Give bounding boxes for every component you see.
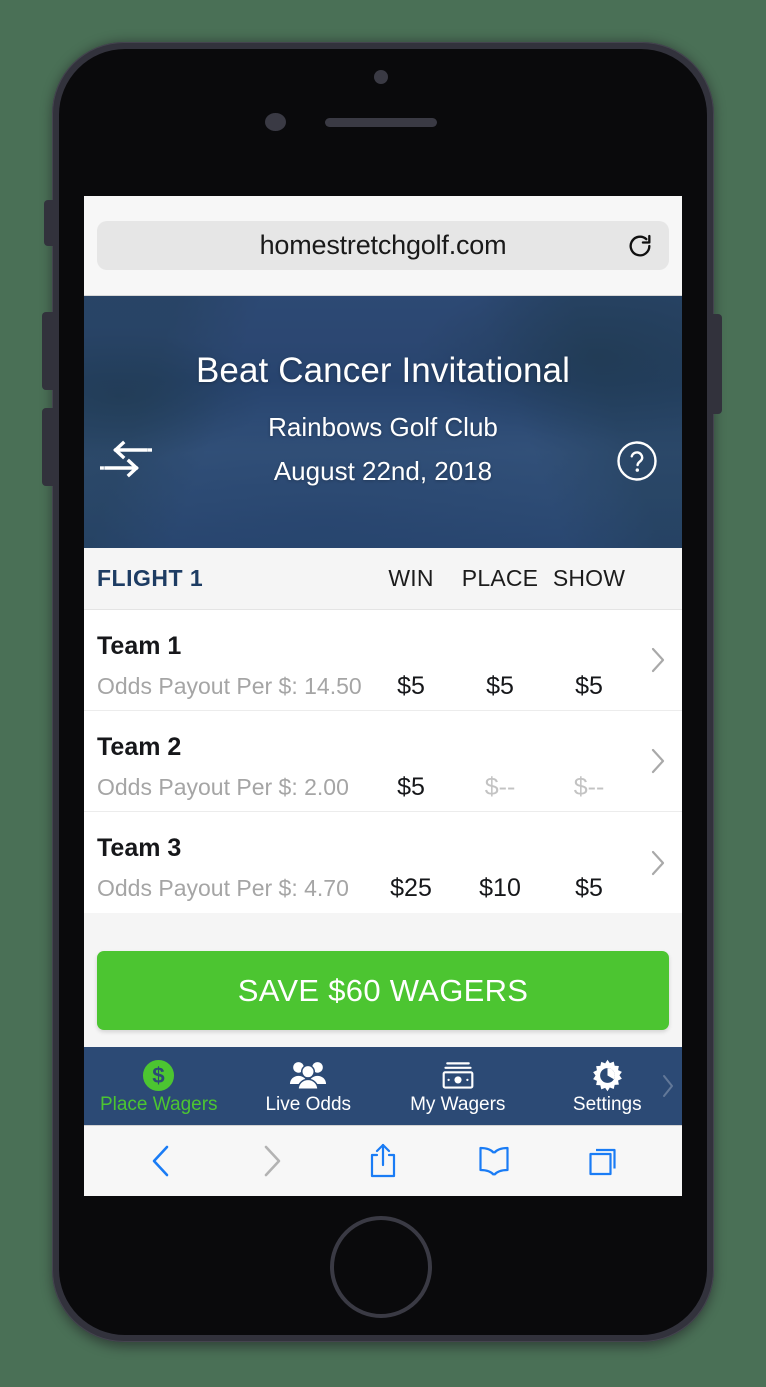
svg-text:$: $ xyxy=(153,1062,166,1087)
phone-screen: homestretchgolf.com Beat Cancer Invitati… xyxy=(84,196,682,1196)
back-icon[interactable] xyxy=(144,1143,178,1179)
save-button-container: SAVE $60 WAGERS xyxy=(84,951,682,1047)
event-title: Beat Cancer Invitational xyxy=(195,351,570,390)
bookmarks-icon[interactable] xyxy=(477,1143,511,1179)
tab-label: Settings xyxy=(572,1093,642,1115)
odds-payout: Odds Payout Per $: 4.70 xyxy=(97,875,349,901)
content-spacer xyxy=(84,913,682,951)
event-date: August 22nd, 2018 xyxy=(273,455,493,486)
table-row[interactable]: Team 2 Odds Payout Per $: 2.00 $5 $-- $-… xyxy=(84,711,682,812)
odds-payout: Odds Payout Per $: 14.50 xyxy=(97,673,362,699)
mute-switch[interactable] xyxy=(44,200,56,246)
wager-amount-place[interactable]: $-- xyxy=(485,773,516,802)
wager-amount-show[interactable]: $-- xyxy=(574,773,605,802)
browser-url-bar: homestretchgolf.com xyxy=(84,196,682,296)
volume-down-button[interactable] xyxy=(42,408,54,486)
chevron-right-icon[interactable] xyxy=(648,746,668,776)
dollar-circle-icon: $ xyxy=(142,1059,175,1092)
front-camera xyxy=(374,70,388,84)
wager-amount-place[interactable]: $10 xyxy=(479,874,521,903)
chevron-right-icon[interactable] xyxy=(648,848,668,878)
tab-place-wagers[interactable]: $ Place Wagers xyxy=(84,1047,234,1125)
screenshot-root: homestretchgolf.com Beat Cancer Invitati… xyxy=(0,0,766,1387)
wager-amount-win[interactable]: $5 xyxy=(397,773,425,802)
money-stack-icon xyxy=(441,1059,475,1092)
wager-amount-win[interactable]: $25 xyxy=(390,874,432,903)
event-venue: Rainbows Golf Club xyxy=(268,411,498,442)
share-icon[interactable] xyxy=(366,1143,400,1179)
volume-up-button[interactable] xyxy=(42,312,54,390)
save-wagers-button[interactable]: SAVE $60 WAGERS xyxy=(97,951,669,1030)
url-text: homestretchgolf.com xyxy=(259,230,507,260)
app-tab-bar: $ Place Wagers Live Odds My Wagers Setti… xyxy=(84,1047,682,1125)
team-name: Team 3 xyxy=(97,834,182,862)
reload-icon[interactable] xyxy=(626,232,654,260)
tab-my-wagers[interactable]: My Wagers xyxy=(383,1047,533,1125)
wager-amount-place[interactable]: $5 xyxy=(486,672,514,701)
team-name: Team 2 xyxy=(97,733,182,761)
team-name: Team 1 xyxy=(97,632,182,660)
flight-header-row: FLIGHT 1 WIN PLACE SHOW xyxy=(84,548,682,610)
hero-text-block: Beat Cancer Invitational Rainbows Golf C… xyxy=(84,296,682,548)
column-header-place: PLACE xyxy=(461,565,539,591)
people-icon xyxy=(289,1059,327,1092)
proximity-sensor xyxy=(265,113,286,131)
chevron-right-icon[interactable] xyxy=(648,645,668,675)
earpiece-speaker xyxy=(325,118,437,127)
column-header-win: WIN xyxy=(388,565,434,591)
browser-toolbar xyxy=(84,1125,682,1196)
column-header-show: SHOW xyxy=(552,565,626,591)
url-input[interactable]: homestretchgolf.com xyxy=(97,221,669,270)
home-button[interactable] xyxy=(330,1216,432,1318)
odds-payout: Odds Payout Per $: 2.00 xyxy=(97,774,349,800)
forward-icon xyxy=(255,1143,289,1179)
tab-label: My Wagers xyxy=(410,1093,506,1115)
wager-rows-list: Team 1 Odds Payout Per $: 14.50 $5 $5 $5… xyxy=(84,610,682,913)
tab-label: Live Odds xyxy=(265,1093,352,1115)
tab-live-odds[interactable]: Live Odds xyxy=(234,1047,384,1125)
event-hero-banner: Beat Cancer Invitational Rainbows Golf C… xyxy=(84,296,682,548)
tab-label: Place Wagers xyxy=(99,1093,218,1115)
wager-amount-win[interactable]: $5 xyxy=(397,672,425,701)
table-row[interactable]: Team 1 Odds Payout Per $: 14.50 $5 $5 $5 xyxy=(84,610,682,711)
gear-icon xyxy=(591,1059,624,1092)
table-row[interactable]: Team 3 Odds Payout Per $: 4.70 $25 $10 $… xyxy=(84,812,682,913)
tabs-icon[interactable] xyxy=(588,1143,622,1179)
wager-amount-show[interactable]: $5 xyxy=(575,874,603,903)
flight-label: FLIGHT 1 xyxy=(97,565,204,591)
wager-amount-show[interactable]: $5 xyxy=(575,672,603,701)
chevron-right-icon[interactable] xyxy=(660,1073,676,1099)
power-button[interactable] xyxy=(710,314,722,414)
